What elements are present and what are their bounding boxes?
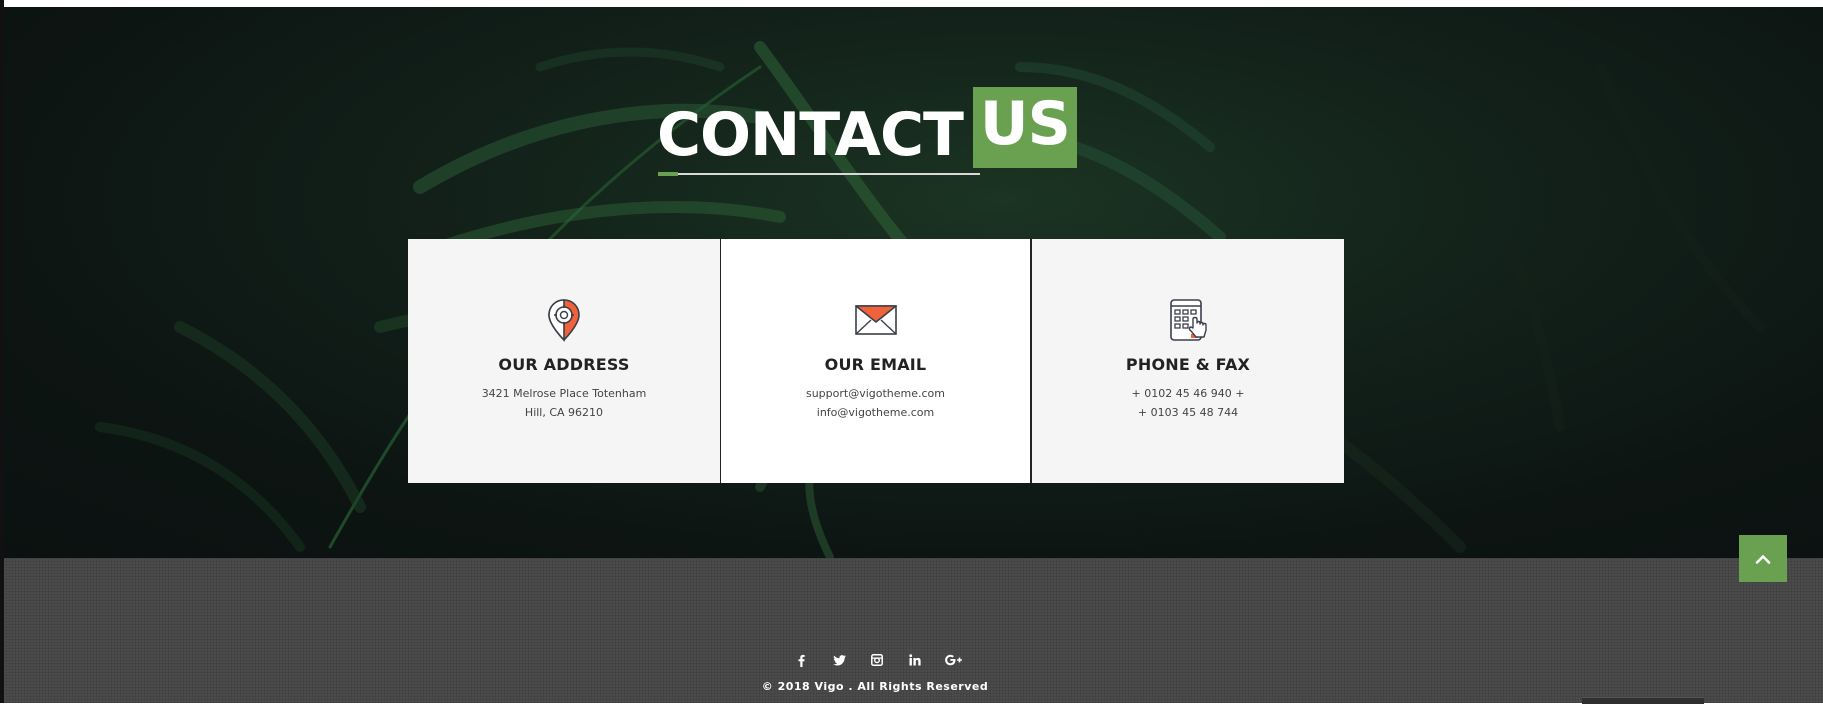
contact-cards: OUR ADDRESS 3421 Melrose Place Totenham … <box>408 239 1344 483</box>
facebook-icon[interactable] <box>782 650 820 670</box>
copyright-text: © 2018 Vigo . All Rights Reserved <box>761 680 989 693</box>
title-main: CONTACT <box>657 100 964 170</box>
chevron-up-icon <box>1755 554 1771 564</box>
email-title: OUR EMAIL <box>824 355 927 374</box>
window-edge <box>0 0 4 703</box>
phone-line-2: + 0103 45 48 744 <box>1137 406 1239 419</box>
address-title: OUR ADDRESS <box>498 355 630 374</box>
phone-title: PHONE & FAX <box>1125 355 1251 374</box>
phone-line-1: + 0102 45 46 940 + <box>1131 387 1245 400</box>
map-pin-gear-icon <box>548 299 580 342</box>
phone-keypad-icon <box>1170 299 1207 341</box>
back-to-top-button[interactable] <box>1739 535 1787 582</box>
section-title: CONTACT US <box>657 87 1077 177</box>
instagram-icon[interactable] <box>858 650 896 670</box>
email-info[interactable]: info@vigotheme.com <box>806 403 945 422</box>
footer: © 2018 Vigo . All Rights Reserved <box>0 558 1823 703</box>
email-support[interactable]: support@vigotheme.com <box>806 384 945 403</box>
linkedin-icon[interactable] <box>896 650 934 670</box>
title-accent: US <box>972 87 1077 168</box>
social-links <box>782 650 972 670</box>
google-plus-icon[interactable] <box>934 650 972 670</box>
address-line-2: Hill, CA 96210 <box>524 406 604 419</box>
contact-section: CONTACT US OUR ADDRESS 3421 Melrose Plac… <box>0 7 1823 558</box>
twitter-icon[interactable] <box>820 650 858 670</box>
phone-card: PHONE & FAX + 0102 45 46 940 + + 0103 45… <box>1032 239 1344 483</box>
envelope-icon <box>854 305 897 335</box>
title-underline-accent <box>658 172 678 176</box>
email-card: OUR EMAIL support@vigotheme.com info@vig… <box>720 239 1032 483</box>
address-line-1: 3421 Melrose Place Totenham <box>481 387 647 400</box>
top-strip <box>0 0 1823 7</box>
title-underline <box>658 173 980 175</box>
address-card: OUR ADDRESS 3421 Melrose Place Totenham … <box>408 239 720 483</box>
